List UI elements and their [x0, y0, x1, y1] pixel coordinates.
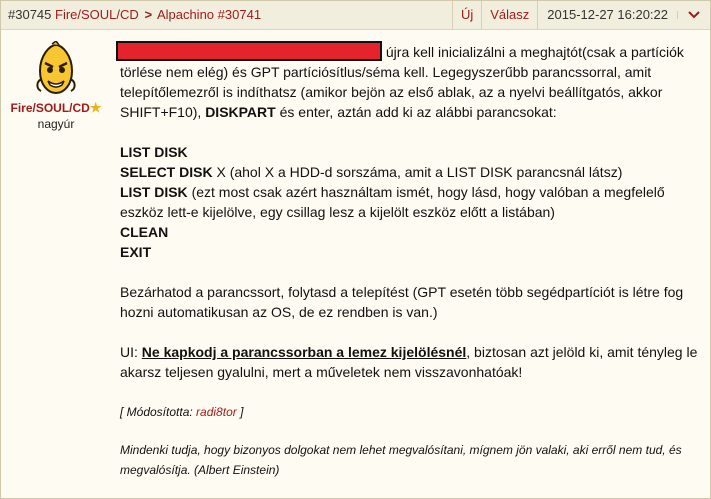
post-date: 2015-12-27 16:20:22 — [537, 1, 677, 29]
cmd-text: CLEAN — [120, 224, 169, 240]
modified-prefix: [ Módosította: — [120, 405, 193, 419]
cmd-text: LIST DISK — [120, 144, 188, 160]
redacted-block — [116, 41, 382, 61]
post-header: #30745 Fire/SOUL/CD > Alpachino #30741 Ú… — [1, 1, 710, 30]
diskpart-command: DISKPART — [205, 104, 276, 120]
user-rank: nagyúr — [37, 117, 75, 131]
command-list-disk-2: LIST DISK (ezt most csak azért használta… — [120, 182, 705, 222]
username[interactable]: Fire/SOUL/CD★ — [1, 100, 111, 116]
post-container: #30745 Fire/SOUL/CD > Alpachino #30741 Ú… — [0, 0, 711, 499]
star-icon: ★ — [89, 100, 102, 115]
modified-note: [ Módosította: radi8tor ] — [120, 402, 705, 422]
reply-to-id[interactable]: #30741 — [218, 7, 261, 22]
reply-to-name[interactable]: Alpachino — [157, 7, 214, 22]
post-author-link[interactable]: Fire/SOUL/CD — [55, 7, 139, 22]
modified-suffix: ] — [240, 405, 244, 419]
modified-by-user-link[interactable]: radi8tor — [196, 405, 237, 419]
cmd-text: EXIT — [120, 244, 152, 260]
post-header-left: #30745 Fire/SOUL/CD > Alpachino #30741 — [8, 7, 261, 22]
cmd-desc: (ezt most csak azért használtam ismét, h… — [120, 184, 665, 220]
paragraph-1-tail: és enter, aztán add ki az alábbi parancs… — [279, 104, 557, 120]
username-text[interactable]: Fire/SOUL/CD — [11, 101, 90, 115]
post-ui-note: UI: Ne kapkodj a parancssorban a lemez k… — [120, 342, 705, 382]
cmd-text: LIST DISK — [120, 184, 188, 200]
post-header-actions: Új Válasz 2015-12-27 16:20:22 — [451, 1, 710, 29]
command-exit: EXIT — [120, 242, 705, 262]
post-paragraph-2: Bezárhatod a parancssort, folytasd a tel… — [120, 284, 684, 320]
post-menu-button[interactable] — [677, 11, 710, 19]
chevron-right-icon: > — [144, 7, 153, 22]
command-list-disk: LIST DISK — [120, 142, 705, 162]
command-clean: CLEAN — [120, 222, 705, 242]
chevron-down-icon — [688, 11, 700, 19]
ui-prefix: UI: — [120, 344, 138, 360]
cmd-text: SELECT DISK — [120, 164, 213, 180]
ui-warning-bold: Ne kapkodj a parancssorban a lemez kijel… — [141, 344, 467, 360]
post-id[interactable]: #30745 — [8, 7, 51, 22]
reply-button[interactable]: Válasz — [481, 1, 537, 29]
cmd-desc: X (ahol X a HDD-d sorszáma, amit a LIST … — [216, 164, 623, 180]
post-content: újra kell inicializálni a meghajtót(csak… — [116, 41, 705, 480]
command-select-disk: SELECT DISK X (ahol X a HDD-d sorszáma, … — [120, 162, 705, 182]
new-button[interactable]: Új — [451, 1, 481, 29]
post-paragraph-1: újra kell inicializálni a meghajtót(csak… — [116, 41, 705, 122]
lemon-mascot-icon[interactable] — [32, 41, 80, 97]
signature: Mindenki tudja, hogy bizonyos dolgokat n… — [120, 443, 682, 477]
user-info: Fire/SOUL/CD★ nagyúr — [1, 41, 111, 131]
